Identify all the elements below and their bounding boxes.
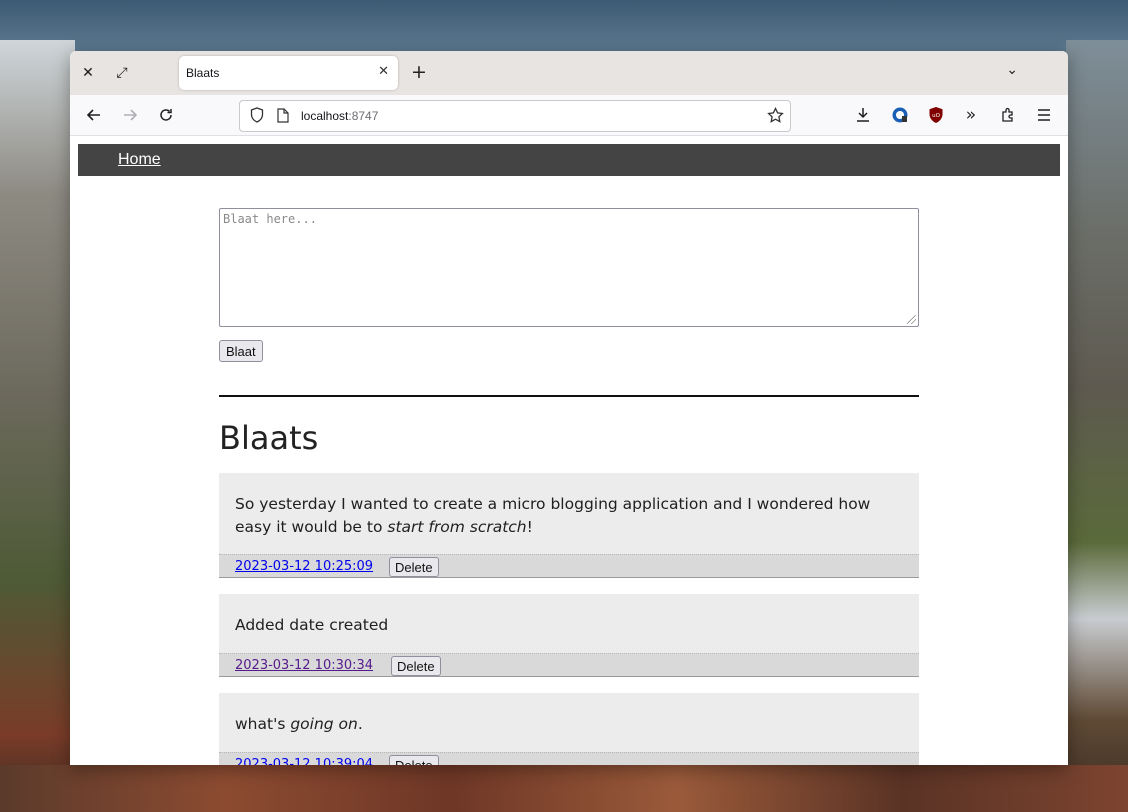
password-manager-icon[interactable] [889, 104, 911, 126]
post-text-part: Added date created [235, 616, 389, 634]
list-all-tabs-icon[interactable]: ⌄ [1006, 62, 1018, 78]
browser-window: ✕ ⤢ Blaats ✕ + ⌄ localhost:8747 uO » Hom… [70, 51, 1068, 765]
post-date-link[interactable]: 2023-03-12 10:39:04 [235, 757, 373, 765]
tab-close-icon[interactable]: ✕ [378, 64, 389, 79]
post-text-part: So yesterday I wanted to create a micro … [235, 495, 871, 536]
post-footer: 2023-03-12 10:25:09 Delete [219, 554, 919, 578]
bookmark-star-icon[interactable] [766, 106, 784, 124]
delete-button[interactable]: Delete [389, 557, 439, 577]
delete-button[interactable]: Delete [391, 656, 441, 676]
post-text-part: ! [526, 518, 533, 536]
forward-icon[interactable] [119, 104, 141, 126]
back-icon[interactable] [83, 104, 105, 126]
post-footer: 2023-03-12 10:30:34 Delete [219, 653, 919, 677]
tab-title: Blaats [186, 66, 220, 80]
resize-handle-icon[interactable] [907, 315, 916, 324]
url-text[interactable]: localhost:8747 [301, 109, 378, 123]
post-text: Added date created [219, 594, 919, 653]
site-nav: Home [78, 144, 1060, 176]
tab-blaats[interactable]: Blaats ✕ [179, 56, 398, 90]
post-text-part: what's [235, 715, 291, 733]
ublock-origin-icon[interactable]: uO [925, 104, 947, 126]
maximize-icon[interactable]: ⤢ [112, 63, 132, 83]
post-text-emphasis: start from scratch [387, 518, 527, 536]
blaat-textarea[interactable] [219, 208, 919, 327]
desktop-wallpaper-right [1066, 40, 1128, 812]
url-host: localhost [301, 109, 349, 123]
delete-button[interactable]: Delete [389, 755, 439, 765]
divider [219, 395, 919, 397]
page-info-icon[interactable] [274, 106, 292, 124]
svg-text:uO: uO [932, 113, 940, 119]
navigation-toolbar: localhost:8747 uO » [70, 95, 1068, 136]
page-content: Home Blaat Blaats So yesterday I wanted … [78, 136, 1060, 765]
post-date-link[interactable]: 2023-03-12 10:25:09 [235, 559, 373, 574]
new-tab-icon[interactable]: + [411, 62, 427, 82]
url-port: :8747 [348, 109, 379, 123]
reload-icon[interactable] [155, 104, 177, 126]
home-link[interactable]: Home [118, 151, 161, 169]
post-footer: 2023-03-12 10:39:04 Delete [219, 752, 919, 765]
post-item: Added date created 2023-03-12 10:30:34 D… [219, 594, 919, 677]
shield-icon[interactable] [248, 106, 266, 124]
feed-heading: Blaats [219, 419, 319, 457]
post-date-link[interactable]: 2023-03-12 10:30:34 [235, 658, 373, 673]
desktop-wallpaper-left [0, 40, 75, 812]
tab-bar: ✕ ⤢ Blaats ✕ + ⌄ [70, 51, 1068, 95]
blaat-submit-button[interactable]: Blaat [219, 340, 263, 362]
desktop-wallpaper-bottom [0, 765, 1128, 812]
close-window-icon[interactable]: ✕ [78, 63, 98, 83]
post-item: So yesterday I wanted to create a micro … [219, 473, 919, 578]
downloads-icon[interactable] [852, 104, 874, 126]
post-text-part: . [357, 715, 363, 733]
post-text: what's going on. [219, 693, 919, 752]
post-text-emphasis: going on [290, 715, 358, 733]
hamburger-menu-icon[interactable] [1033, 104, 1055, 126]
extensions-icon[interactable] [997, 104, 1019, 126]
url-bar[interactable]: localhost:8747 [239, 100, 791, 132]
post-text: So yesterday I wanted to create a micro … [219, 473, 919, 555]
post-item: what's going on. 2023-03-12 10:39:04 Del… [219, 693, 919, 765]
more-tools-icon[interactable]: » [960, 104, 982, 126]
